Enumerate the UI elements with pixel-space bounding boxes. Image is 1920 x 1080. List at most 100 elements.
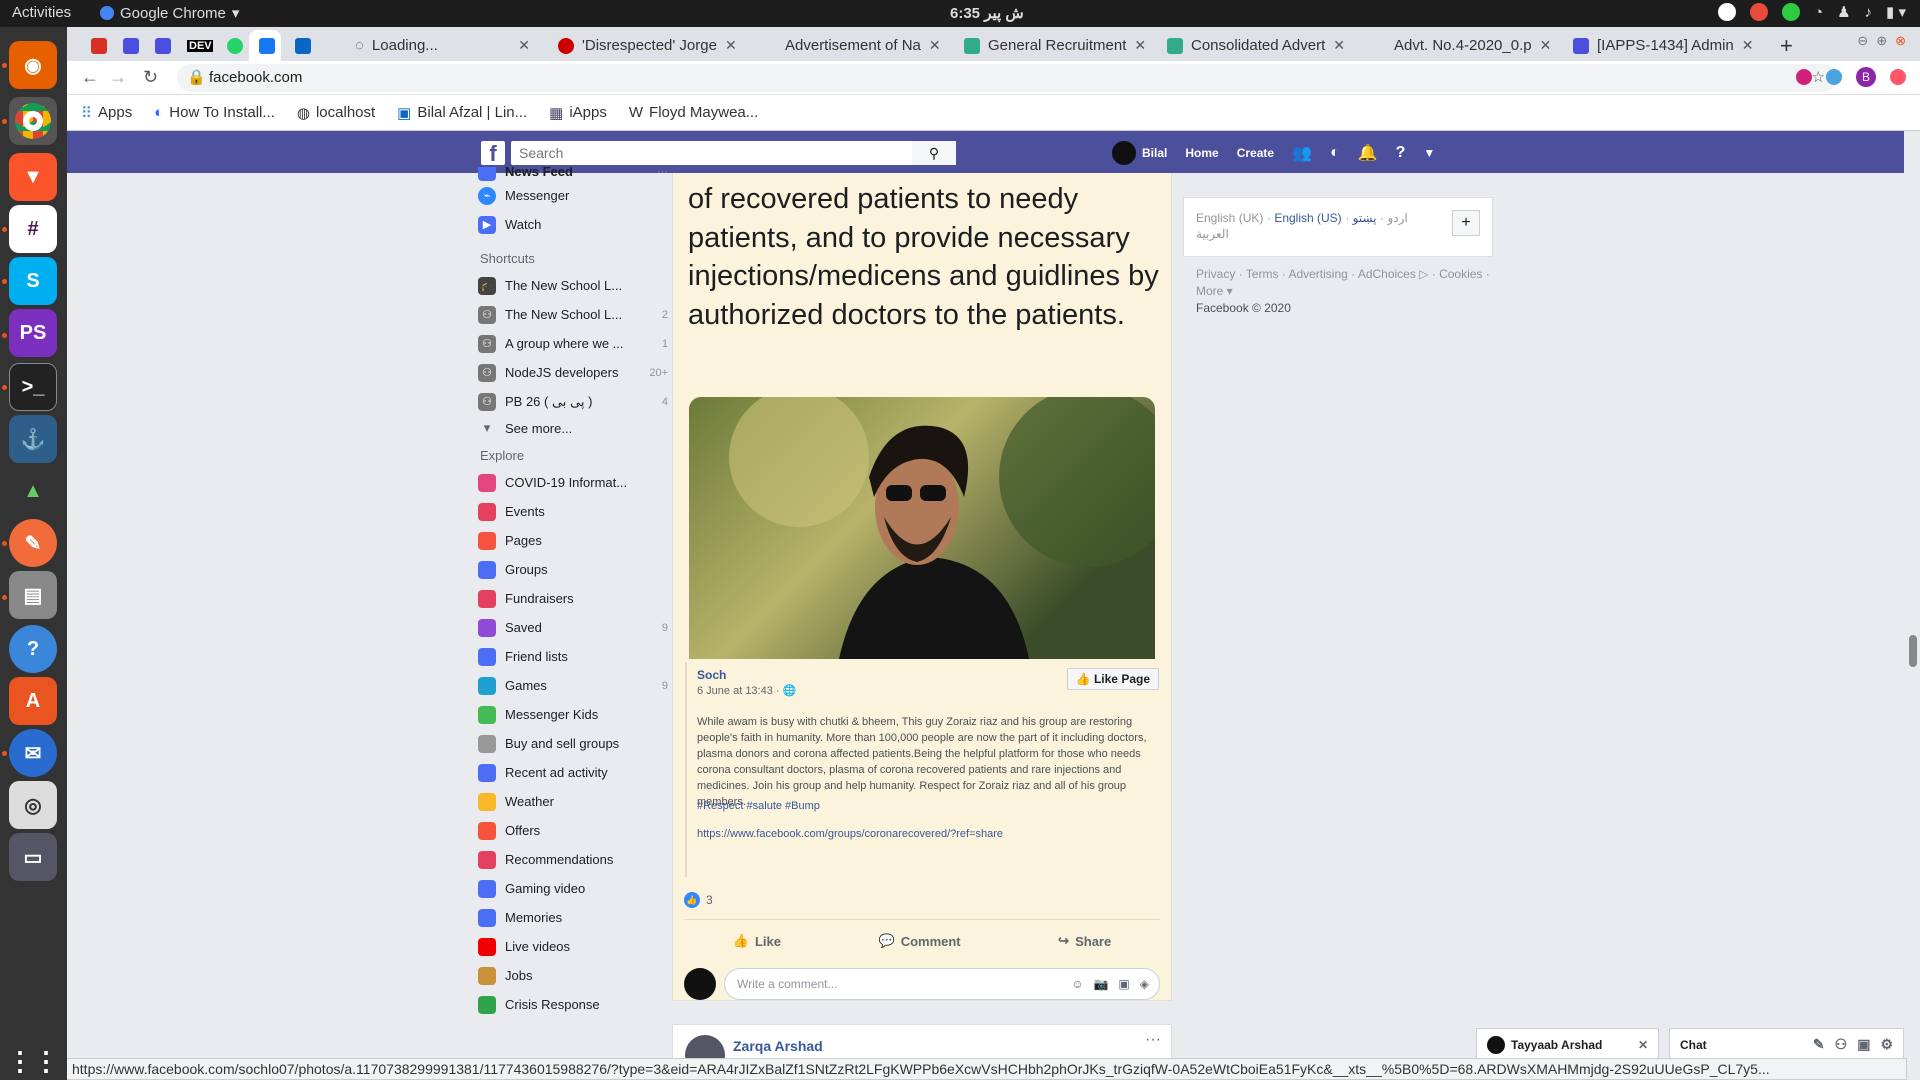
- profile-link[interactable]: Bilal: [1112, 141, 1167, 165]
- tab-pinned-2[interactable]: [113, 30, 141, 61]
- close-icon[interactable]: ✕: [1540, 37, 1552, 54]
- account-menu-icon[interactable]: ▼: [1423, 146, 1435, 160]
- skype-icon[interactable]: S: [9, 257, 57, 305]
- tab-facebook[interactable]: [249, 30, 281, 61]
- messenger-icon[interactable]: ◐: [1330, 144, 1340, 162]
- notifications-icon[interactable]: 🔔: [1358, 143, 1378, 163]
- explore-item[interactable]: Messenger Kids: [478, 700, 668, 729]
- sidebar-item-news-feed[interactable]: News Feed ···: [478, 167, 668, 181]
- post-time[interactable]: 6 June at 13:43 · 🌐: [697, 684, 796, 697]
- tab-advt-pdf[interactable]: Advt. No.4-2020_0.p ✕: [1360, 30, 1555, 61]
- software-center-icon[interactable]: A: [9, 677, 57, 725]
- files-icon[interactable]: ▤: [9, 571, 57, 619]
- shortcut-item[interactable]: ⚇ A group where we ... 1: [478, 329, 668, 358]
- new-tab-button[interactable]: +: [1770, 30, 1800, 61]
- lang-uk[interactable]: English (UK): [1196, 211, 1263, 225]
- explore-item[interactable]: Buy and sell groups: [478, 729, 668, 758]
- like-page-button[interactable]: 👍 Like Page: [1066, 668, 1159, 690]
- explore-item[interactable]: COVID-19 Informat...: [478, 468, 668, 497]
- terminal-icon[interactable]: >_: [9, 363, 57, 411]
- hashtags[interactable]: #Respect #salute #Bump: [697, 800, 820, 812]
- chat-tab-contact[interactable]: Tayyaab Arshad ✕: [1476, 1028, 1659, 1060]
- close-icon[interactable]: ✕: [725, 37, 737, 54]
- explore-item[interactable]: Offers: [478, 816, 668, 845]
- firefox-icon[interactable]: ◉: [9, 41, 57, 89]
- profile-avatar[interactable]: B: [1856, 67, 1876, 87]
- bookmark-floyd[interactable]: W Floyd Maywea...: [629, 104, 758, 121]
- sidebar-item-watch[interactable]: ▶ Watch: [478, 210, 668, 239]
- lang-ur[interactable]: اردو: [1388, 211, 1408, 225]
- screen-icon[interactable]: ▭: [9, 833, 57, 881]
- reload-icon[interactable]: ↻: [143, 67, 158, 88]
- postman-icon[interactable]: ✎: [9, 519, 57, 567]
- close-icon[interactable]: ✕: [1742, 37, 1754, 54]
- rhythmbox-icon[interactable]: ◎: [9, 781, 57, 829]
- close-icon[interactable]: ✕: [518, 37, 530, 54]
- search-button[interactable]: ⚲: [912, 141, 956, 165]
- activities-button[interactable]: Activities: [12, 4, 71, 21]
- shortcut-item[interactable]: 🎓 The New School L...: [478, 271, 668, 300]
- gear-icon[interactable]: ⚙: [1880, 1036, 1893, 1053]
- tab-whatsapp[interactable]: [217, 30, 245, 61]
- page-scrollbar[interactable]: [1904, 131, 1920, 1060]
- create-link[interactable]: Create: [1237, 146, 1274, 160]
- shared-link[interactable]: https://www.facebook.com/groups/coronare…: [697, 828, 1003, 840]
- slack-icon[interactable]: #: [9, 205, 57, 253]
- camera-icon[interactable]: 📷: [1093, 969, 1108, 999]
- explore-item[interactable]: Jobs: [478, 961, 668, 990]
- close-icon[interactable]: ✕: [1333, 37, 1345, 54]
- explore-item[interactable]: Memories: [478, 903, 668, 932]
- share-button[interactable]: ↪ Share: [1058, 933, 1111, 949]
- post-photo[interactable]: [689, 397, 1155, 659]
- explore-item[interactable]: Recommendations: [478, 845, 668, 874]
- explore-item[interactable]: Friend lists: [478, 642, 668, 671]
- close-window-icon[interactable]: ⊗: [1895, 33, 1906, 49]
- shortcut-item[interactable]: ⚇ NodeJS developers 20+: [478, 358, 668, 387]
- more-icon[interactable]: ···: [657, 167, 668, 178]
- explore-item[interactable]: Games 9: [478, 671, 668, 700]
- tab-linkedin[interactable]: [285, 30, 313, 61]
- extension-icon[interactable]: [1826, 69, 1842, 85]
- robo3t-icon[interactable]: ▲: [9, 467, 57, 515]
- add-language-button[interactable]: +: [1452, 210, 1480, 236]
- comment-input[interactable]: Write a comment... ☺ 📷 ▣ ◈: [724, 968, 1160, 1000]
- close-icon[interactable]: ✕: [1638, 1038, 1648, 1052]
- clock[interactable]: 6:35 ش پیر: [950, 4, 1024, 22]
- video-call-icon[interactable]: ▣: [1857, 1036, 1870, 1053]
- bookmark-how-to-install[interactable]: ◐ How To Install...: [154, 104, 275, 121]
- extension-icon[interactable]: [1890, 69, 1906, 85]
- mysql-workbench-icon[interactable]: ⚓: [9, 415, 57, 463]
- brave-icon[interactable]: ▼: [9, 153, 57, 201]
- facebook-logo-icon[interactable]: f: [481, 141, 505, 166]
- phpstorm-icon[interactable]: PS: [9, 309, 57, 357]
- tab-advertisement[interactable]: Advertisement of Na ✕: [751, 30, 946, 61]
- explore-item[interactable]: Live videos: [478, 932, 668, 961]
- scrollbar-thumb[interactable]: [1909, 635, 1917, 667]
- explore-item[interactable]: Fundraisers: [478, 584, 668, 613]
- close-icon[interactable]: ✕: [1134, 37, 1146, 54]
- author-name[interactable]: Zarqa Arshad: [733, 1038, 823, 1054]
- explore-item[interactable]: Weather: [478, 787, 668, 816]
- thunderbird-icon[interactable]: ✉: [9, 729, 57, 777]
- bookmark-localhost[interactable]: ◍ localhost: [297, 104, 375, 122]
- page-name[interactable]: Soch: [697, 668, 726, 682]
- explore-item[interactable]: Gaming video: [478, 874, 668, 903]
- compose-icon[interactable]: ✎: [1813, 1036, 1825, 1053]
- lang-ps[interactable]: پښتو: [1353, 211, 1377, 225]
- emoji-icon[interactable]: ☺: [1071, 969, 1083, 999]
- explore-item[interactable]: Pages: [478, 526, 668, 555]
- explore-item[interactable]: Recent ad activity: [478, 758, 668, 787]
- close-icon[interactable]: ✕: [929, 37, 941, 54]
- back-icon[interactable]: ←: [81, 67, 99, 88]
- like-button[interactable]: 👍 Like: [733, 933, 781, 949]
- lang-ar[interactable]: العربية: [1196, 227, 1480, 241]
- bookmark-iapps[interactable]: ▦ iApps: [549, 104, 607, 122]
- tab-gmail[interactable]: [81, 30, 109, 61]
- explore-item[interactable]: Crisis Response: [478, 990, 668, 1019]
- tab-general-recruitment[interactable]: General Recruitment ✕: [954, 30, 1149, 61]
- friend-requests-icon[interactable]: 👥: [1292, 143, 1312, 163]
- system-tray[interactable]: ◔ ♟ ♪ ▮ ▾: [1718, 3, 1906, 21]
- avatar[interactable]: [684, 968, 716, 1000]
- app-menu[interactable]: Google Chrome ▾: [100, 4, 239, 22]
- show-apps-icon[interactable]: ⋮⋮: [7, 1037, 59, 1080]
